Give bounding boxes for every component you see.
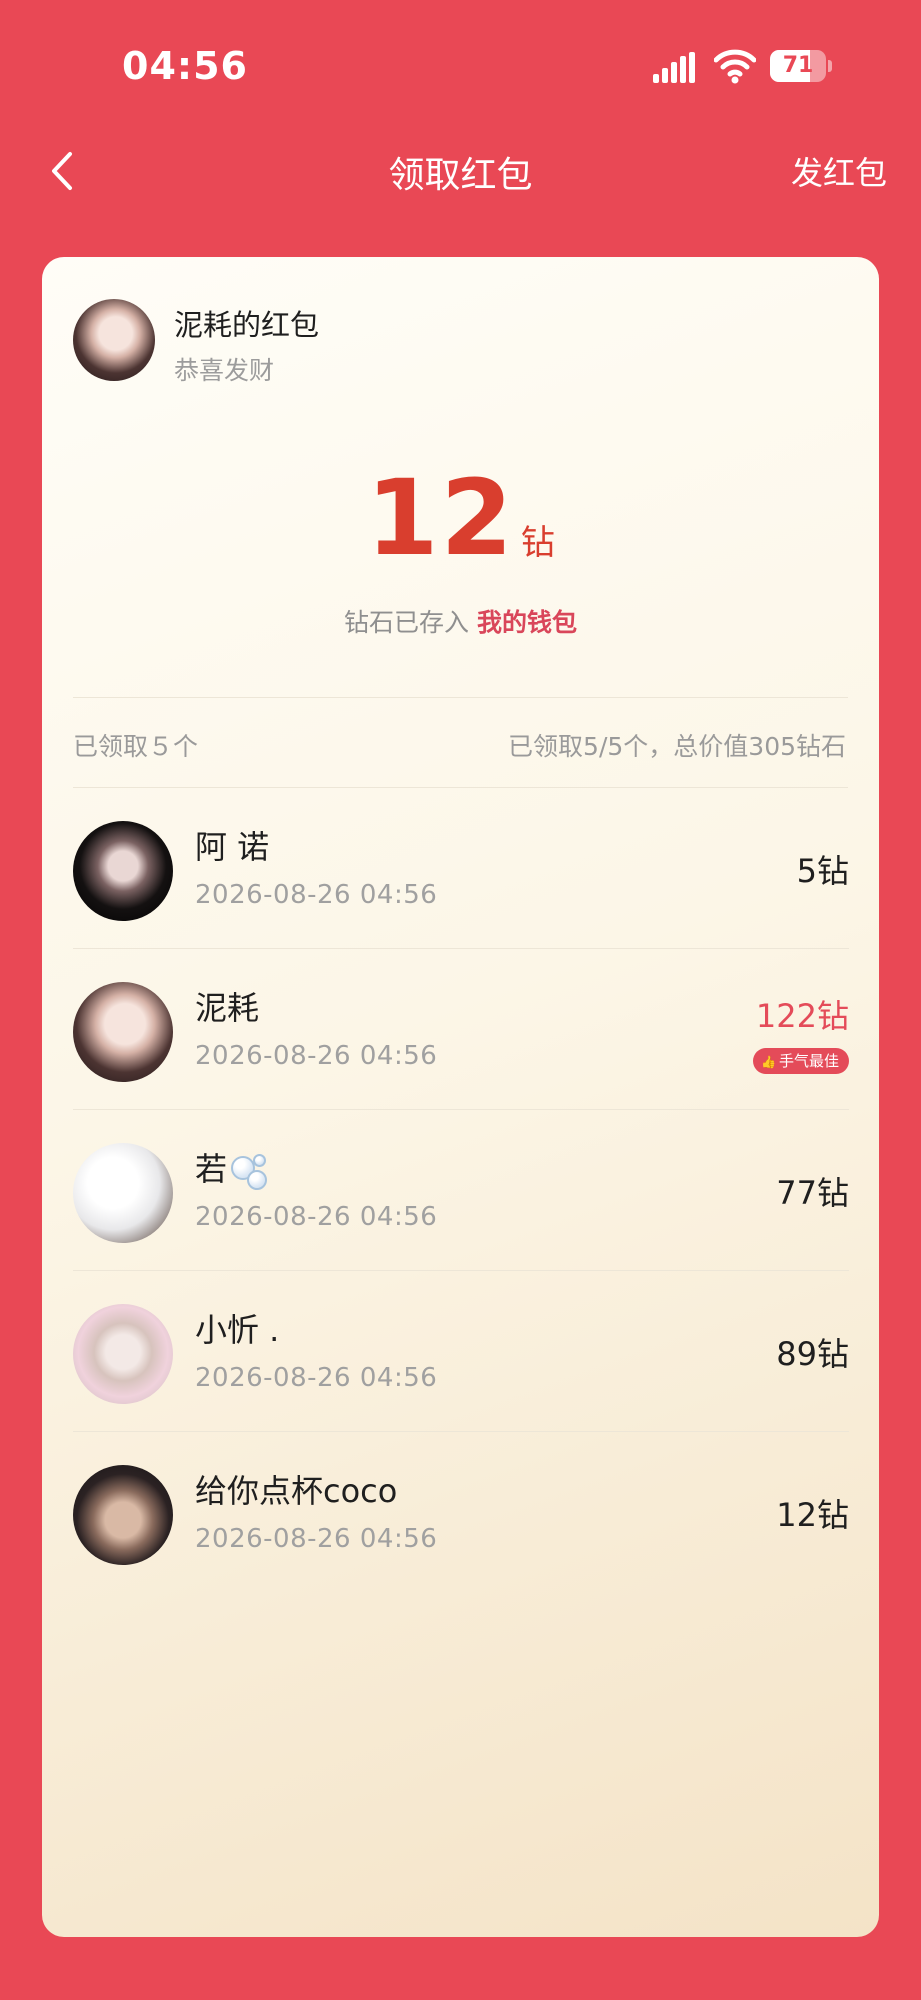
bubble-emoji-icon bbox=[231, 1152, 268, 1190]
claim-amount: 12钻 bbox=[776, 1496, 849, 1534]
claim-time: 2026-08-26 04:56 bbox=[195, 1524, 438, 1554]
list-item[interactable]: 给你点杯coco 2026-08-26 04:56 12钻 bbox=[73, 1432, 849, 1593]
greeting-text: 恭喜发财 bbox=[174, 356, 275, 385]
avatar bbox=[73, 821, 173, 921]
claim-amount: 5钻 bbox=[796, 852, 849, 890]
list-item[interactable]: 阿 诺 2026-08-26 04:56 5钻 bbox=[73, 788, 849, 949]
thumbs-up-icon: 👍 bbox=[761, 1055, 776, 1069]
claim-time: 2026-08-26 04:56 bbox=[195, 1041, 438, 1071]
avatar bbox=[73, 1465, 173, 1565]
claim-time: 2026-08-26 04:56 bbox=[195, 1202, 438, 1232]
nav-bar: 领取红包 发红包 bbox=[0, 130, 921, 212]
wallet-notice-text: 钻石已存入 bbox=[343, 608, 469, 637]
list-item[interactable]: 小忻 . 2026-08-26 04:56 89钻 bbox=[73, 1271, 849, 1432]
divider bbox=[73, 697, 848, 698]
claimer-name: 阿 诺 bbox=[195, 828, 270, 866]
status-time: 04:56 bbox=[122, 44, 248, 88]
best-luck-label: 手气最佳 bbox=[778, 1052, 839, 1070]
claim-amount: 89钻 bbox=[776, 1335, 849, 1373]
battery-icon: 71 bbox=[770, 50, 832, 82]
wallet-notice: 钻石已存入 我的钱包 bbox=[42, 603, 879, 639]
claim-amount: 122钻 bbox=[755, 997, 849, 1035]
claim-time: 2026-08-26 04:56 bbox=[195, 1363, 438, 1393]
send-red-packet-button[interactable]: 发红包 bbox=[791, 148, 887, 194]
avatar bbox=[73, 1304, 173, 1404]
claimed-summary: 已领取5/5个，总价值305钻石 bbox=[508, 732, 846, 761]
claimer-name: 若 bbox=[195, 1144, 268, 1190]
owner-name: 泥耗的红包 bbox=[174, 308, 320, 342]
avatar bbox=[73, 1143, 173, 1243]
received-amount: 12 钻 bbox=[42, 457, 879, 579]
red-packet-card: 泥耗的红包 恭喜发财 12 钻 钻石已存入 我的钱包 已领取５个 已领取5/5个，总… bbox=[42, 257, 879, 1937]
best-luck-badge: 👍 手气最佳 bbox=[753, 1048, 849, 1074]
claimer-name-text: 若 bbox=[195, 1150, 228, 1188]
claim-time: 2026-08-26 04:56 bbox=[195, 880, 438, 910]
owner-avatar[interactable] bbox=[73, 299, 155, 381]
status-bar: 04:56 71 bbox=[0, 0, 921, 130]
list-item[interactable]: 泥耗 2026-08-26 04:56 122钻 👍 手气最佳 bbox=[73, 949, 849, 1110]
claim-amount: 77钻 bbox=[776, 1174, 849, 1212]
avatar bbox=[73, 982, 173, 1082]
amount-unit: 钻 bbox=[520, 523, 555, 563]
claimed-count: 已领取５个 bbox=[73, 732, 199, 761]
claimer-name: 给你点杯coco bbox=[195, 1472, 398, 1510]
claimer-name: 小忻 . bbox=[195, 1311, 280, 1349]
list-item[interactable]: 若 2026-08-26 04:56 77钻 bbox=[73, 1110, 849, 1271]
my-wallet-link[interactable]: 我的钱包 bbox=[477, 608, 577, 637]
claimer-name: 泥耗 bbox=[195, 989, 260, 1027]
amount-value: 12 bbox=[366, 457, 515, 579]
page-title: 领取红包 bbox=[388, 155, 533, 196]
signal-icon bbox=[652, 52, 700, 84]
battery-level: 71 bbox=[782, 53, 814, 78]
wifi-icon bbox=[713, 48, 757, 84]
